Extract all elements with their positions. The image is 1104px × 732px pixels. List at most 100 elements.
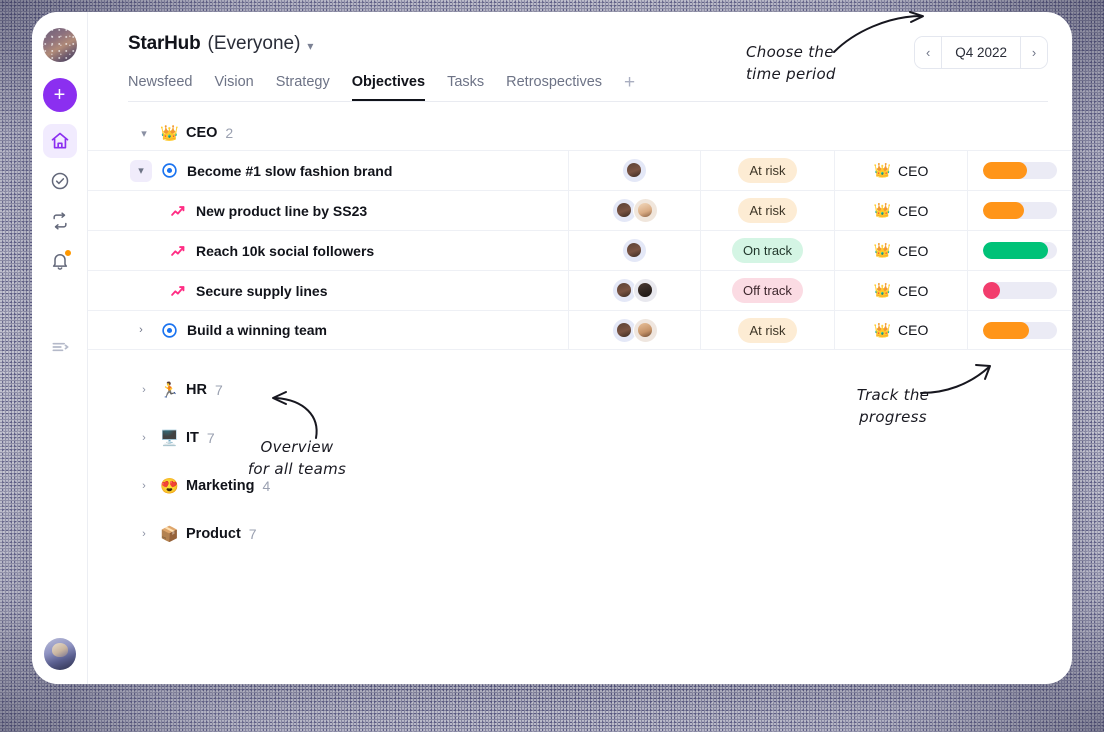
group-name: CEO <box>186 125 218 141</box>
workspace-scope: (Everyone) <box>207 33 301 54</box>
sidebar-item-tasks[interactable] <box>43 164 77 198</box>
group-header-hr[interactable]: › 🏃 HR 7 <box>88 366 1072 414</box>
period-label[interactable]: Q4 2022 <box>942 37 1020 68</box>
status-badge[interactable]: Off track <box>732 278 803 303</box>
group-header-ceo[interactable]: ▾ 👑 CEO 2 <box>88 116 1072 150</box>
chevron-down-icon[interactable]: ▾ <box>136 127 152 140</box>
avatar-group <box>611 278 658 303</box>
crown-icon: 👑 <box>873 162 892 178</box>
workspace-name: StarHub <box>128 33 201 54</box>
group-count: 4 <box>262 478 271 494</box>
progress-bar[interactable] <box>983 282 1057 299</box>
table-row[interactable]: Secure supply lines Off track 👑 CEO <box>88 270 1072 310</box>
avatar[interactable] <box>43 638 76 670</box>
sidebar-item-notifications[interactable] <box>43 244 77 278</box>
collapse-sidebar-button[interactable] <box>43 330 77 364</box>
workspace-avatar[interactable] <box>42 28 77 62</box>
sidebar-item-sync[interactable] <box>43 204 77 238</box>
progress-bar[interactable] <box>983 242 1057 259</box>
row-status-cell[interactable]: At risk <box>701 311 835 349</box>
group-header-it[interactable]: › 🖥️ IT 7 <box>88 414 1072 462</box>
row-owners-cell[interactable] <box>569 151 701 190</box>
period-selector: ‹ Q4 2022 › <box>914 36 1048 69</box>
table-row[interactable]: Reach 10k social followers On track 👑 CE… <box>88 230 1072 270</box>
chevron-right-icon[interactable]: › <box>136 432 152 444</box>
row-owners-cell[interactable] <box>569 231 701 270</box>
row-status-cell[interactable]: At risk <box>701 191 835 230</box>
row-team-cell[interactable]: 👑 CEO <box>835 271 968 310</box>
rail-footer <box>43 638 76 670</box>
group-header-marketing[interactable]: › 😍 Marketing 4 <box>88 462 1072 510</box>
row-progress-cell[interactable] <box>968 151 1072 190</box>
row-progress-cell[interactable] <box>968 191 1072 230</box>
row-owners-cell[interactable] <box>569 311 701 349</box>
check-circle-icon <box>51 172 68 190</box>
chevron-down-icon[interactable]: ▾ <box>307 37 313 52</box>
chevron-down-icon[interactable]: ▾ <box>130 159 152 182</box>
progress-bar[interactable] <box>983 321 1057 339</box>
row-progress-cell[interactable] <box>968 231 1072 270</box>
tab-retrospectives[interactable]: Retrospectives <box>506 74 602 101</box>
tab-strategy[interactable]: Strategy <box>276 74 330 101</box>
collapse-sidebar-icon <box>52 342 69 352</box>
row-progress-cell[interactable] <box>968 271 1072 310</box>
row-team-cell[interactable]: 👑 CEO <box>835 191 968 230</box>
objectives-tree: ▾ 👑 CEO 2 ▾ Become #1 slow fashion brand <box>88 102 1072 684</box>
row-status-cell[interactable]: At risk <box>701 151 835 190</box>
row-team-cell[interactable]: 👑 CEO <box>835 311 968 349</box>
add-tab-button[interactable]: + <box>624 72 635 101</box>
notification-badge <box>63 249 72 257</box>
group-header-product[interactable]: › 📦 Product 7 <box>88 510 1072 558</box>
objective-icon <box>162 322 177 338</box>
row-owners-cell[interactable] <box>569 271 701 310</box>
progress-bar[interactable] <box>983 162 1057 179</box>
row-status-cell[interactable]: Off track <box>701 271 835 310</box>
status-badge[interactable]: At risk <box>738 158 797 183</box>
previous-period-button[interactable]: ‹ <box>915 37 943 68</box>
progress-bar[interactable] <box>983 202 1057 219</box>
sidebar-item-home[interactable] <box>42 124 77 158</box>
tab-bar: Newsfeed Vision Strategy Objectives Task… <box>128 72 1048 102</box>
progress-fill <box>983 321 1029 339</box>
status-badge[interactable]: On track <box>731 238 804 263</box>
tab-tasks[interactable]: Tasks <box>447 74 484 101</box>
table-row[interactable]: ▾ Become #1 slow fashion brand At risk 👑… <box>88 150 1072 190</box>
create-button[interactable]: + <box>42 78 77 112</box>
table-row[interactable]: › Build a winning team At risk 👑 CEO <box>88 310 1072 350</box>
objective-icon <box>162 163 177 178</box>
tab-newsfeed[interactable]: Newsfeed <box>128 74 192 101</box>
row-progress-cell[interactable] <box>968 311 1072 349</box>
tab-vision[interactable]: Vision <box>214 74 253 101</box>
key-result-icon <box>171 245 185 256</box>
key-result-icon <box>171 285 185 296</box>
chevron-right-icon[interactable]: › <box>136 480 152 492</box>
main-area: StarHub (Everyone) ▾ Newsfeed Vision Str… <box>88 12 1072 684</box>
crown-icon: 👑 <box>160 125 179 142</box>
table-row[interactable]: New product line by SS23 At risk 👑 CEO <box>88 190 1072 230</box>
row-owners-cell[interactable] <box>569 191 701 230</box>
row-title: Become #1 slow fashion brand <box>187 162 393 179</box>
row-status-cell[interactable]: On track <box>701 231 835 270</box>
chevron-right-icon[interactable]: › <box>136 528 152 540</box>
avatar <box>622 238 647 263</box>
tab-objectives[interactable]: Objectives <box>351 74 426 101</box>
crown-icon: 👑 <box>873 321 892 338</box>
chevron-right-icon[interactable]: › <box>130 319 152 341</box>
group-name: Product <box>186 526 241 542</box>
row-title: Build a winning team <box>187 322 328 338</box>
chevron-right-icon[interactable]: › <box>136 384 152 396</box>
row-team-cell[interactable]: 👑 CEO <box>835 151 968 190</box>
top-bar: StarHub (Everyone) ▾ Newsfeed Vision Str… <box>88 12 1072 102</box>
progress-fill <box>983 242 1049 259</box>
group-name: HR <box>186 382 207 398</box>
left-rail: + <box>32 12 88 684</box>
next-period-button[interactable]: › <box>1020 37 1047 68</box>
avatar <box>632 278 658 303</box>
crown-icon: 👑 <box>873 202 892 218</box>
row-name-cell: › Build a winning team <box>88 311 569 349</box>
runner-icon: 🏃 <box>160 382 179 399</box>
status-badge[interactable]: At risk <box>738 198 797 223</box>
team-label: CEO <box>898 202 929 219</box>
status-badge[interactable]: At risk <box>738 317 797 343</box>
row-team-cell[interactable]: 👑 CEO <box>835 231 968 270</box>
